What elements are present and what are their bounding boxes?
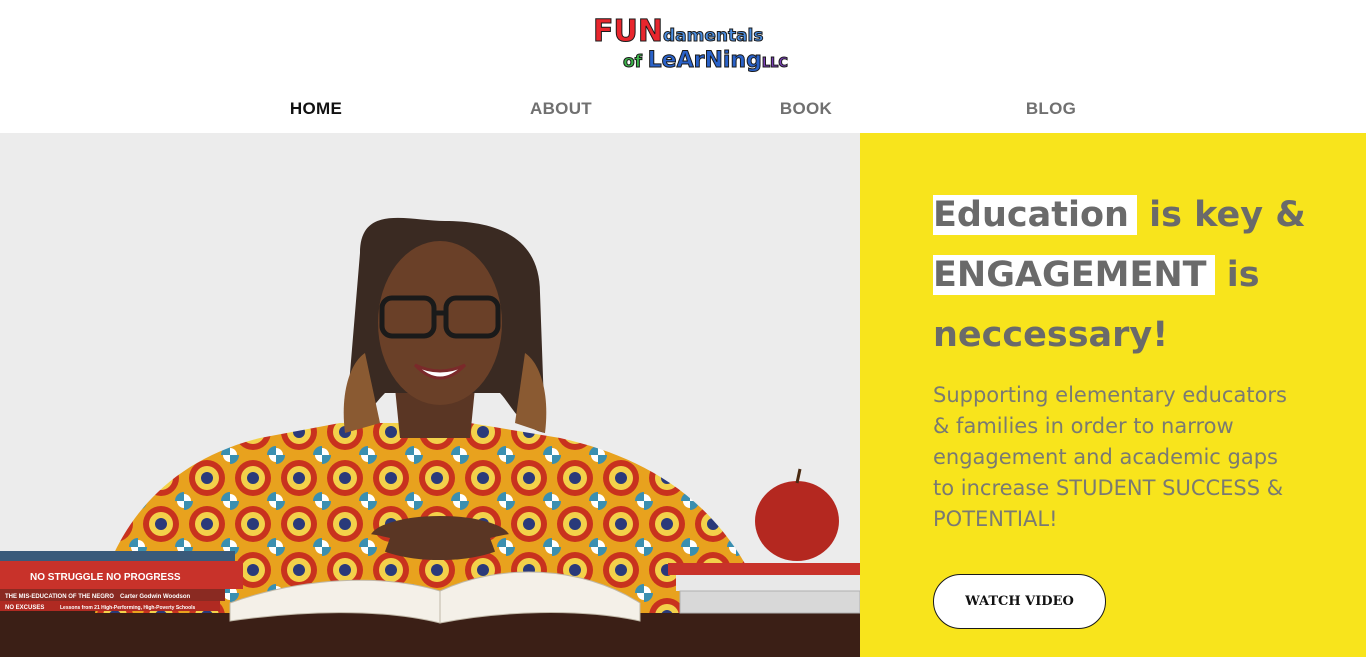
educator-photo-illustration: NO STRUGGLE NO PROGRESS THE MIS-EDUCATIO… [0,217,860,657]
folded-hands [370,516,510,560]
face [378,241,502,405]
headline-highlight-engagement: ENGAGEMENT [933,255,1215,295]
headline-highlight-education: Education [933,195,1137,235]
book2-author: Carter Godwin Woodson [120,594,191,600]
logo-of-text: of [622,52,643,73]
logo-llc-text: LLC [761,56,788,72]
hero-headline: Education is key & ENGAGEMENT is neccess… [933,185,1353,365]
nav-blog[interactable]: BLOG [981,99,1121,119]
main-nav: HOME ABOUT BOOK BLOG [0,99,1366,123]
logo-line-2: of LeArNingLLC [622,48,788,74]
hero-subtext: Supporting elementary educators & famili… [933,383,1287,531]
book1-title: NO STRUGGLE NO PROGRESS [30,572,181,583]
logo-learning-text: LeArNing [647,48,762,74]
logo-damentals-text: damentals [662,26,764,47]
book-stack-right [668,563,860,575]
book-stack-left: NO STRUGGLE NO PROGRESS THE MIS-EDUCATIO… [0,551,243,611]
headline-part-5: neccessary! [933,315,1169,355]
apple-icon [755,481,839,561]
brand-logo[interactable]: FUNdamentals of LeArNingLLC [593,14,789,78]
hero-text-panel: Education is key & ENGAGEMENT is neccess… [860,133,1366,657]
nav-about[interactable]: ABOUT [491,99,631,119]
book2-title: THE MIS-EDUCATION OF THE NEGRO [5,594,114,600]
site-header: FUNdamentals of LeArNingLLC HOME ABOUT B… [0,0,1366,133]
book3-subtitle: Lessons from 21 High-Performing, High-Po… [60,605,196,611]
headline-part-4: is [1214,255,1260,295]
headline-part-2: is key & [1136,195,1306,235]
nav-book[interactable]: BOOK [736,99,876,119]
logo-line-1: FUNdamentals [593,14,764,50]
watch-video-button[interactable]: WATCH VIDEO [933,574,1106,629]
hero-photo: NO STRUGGLE NO PROGRESS THE MIS-EDUCATIO… [0,133,860,657]
book3-title: NO EXCUSES [5,605,44,611]
logo-fun-text: FUN [593,14,664,50]
nav-home[interactable]: HOME [246,99,386,119]
